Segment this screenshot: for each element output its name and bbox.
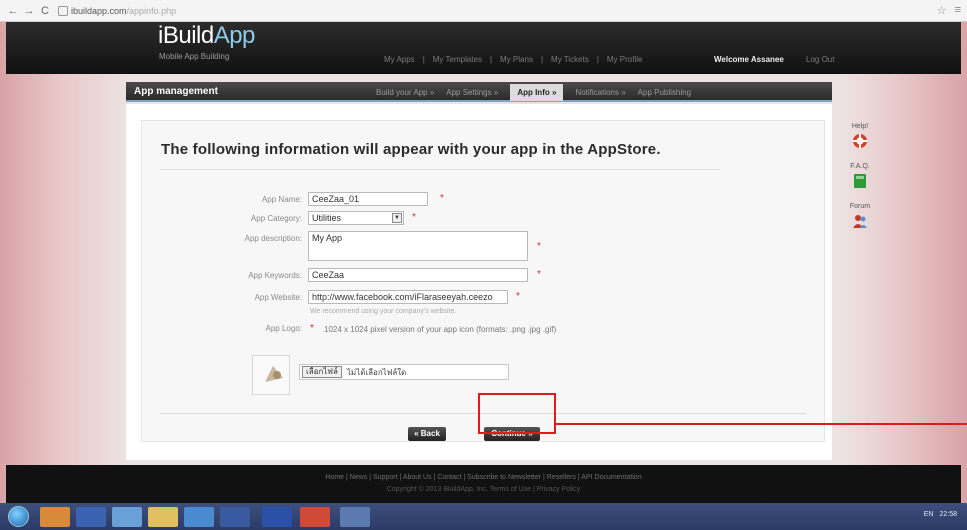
taskbar-app-icon[interactable]	[40, 507, 70, 527]
lifebuoy-icon[interactable]	[852, 133, 868, 149]
app-logo-label: App Logo:	[265, 324, 302, 333]
heading-divider	[160, 169, 720, 170]
logout-link[interactable]: Log Out	[806, 55, 834, 64]
taskbar-app-icon[interactable]	[76, 507, 106, 527]
back-button[interactable]: « Back	[408, 427, 446, 441]
step-app-publishing[interactable]: App Publishing	[638, 88, 691, 97]
language-indicator[interactable]: EN	[924, 511, 934, 518]
help-label: Help!	[851, 123, 869, 130]
logo-text: iBuild	[158, 22, 214, 49]
url-path: /appinfo.php	[126, 5, 177, 16]
app-website-label: App Website:	[254, 293, 302, 302]
nav-my-apps[interactable]: My Apps	[384, 55, 415, 64]
footer-links[interactable]: Home | News | Support | About Us | Conta…	[6, 474, 961, 481]
nav-my-templates[interactable]: My Templates	[433, 55, 482, 64]
forward-arrow-icon[interactable]: →	[22, 4, 36, 18]
taskbar-chrome-icon[interactable]	[300, 507, 330, 527]
app-name-input[interactable]: CeeZaa_01	[308, 192, 428, 206]
bookmark-star-icon[interactable]: ☆	[937, 4, 947, 17]
nav-separator: |	[422, 55, 425, 64]
annotation-pointer-line	[556, 423, 967, 425]
nav-separator: |	[596, 55, 599, 64]
taskbar-app-icon[interactable]	[220, 507, 250, 527]
app-keywords-label: App Keywords:	[248, 271, 302, 280]
required-marker: *	[537, 241, 541, 252]
site-logo[interactable]: iBuildApp	[158, 22, 255, 50]
annotation-highlight-box	[478, 393, 556, 434]
step-app-info[interactable]: App Info »	[510, 83, 564, 101]
app-keywords-input[interactable]: CeeZaa	[308, 268, 528, 282]
step-build-your-app[interactable]: Build your App »	[376, 88, 434, 97]
taskbar-app-icon[interactable]	[262, 507, 292, 527]
taskbar-app-icon[interactable]	[112, 507, 142, 527]
clock[interactable]: 22:58	[939, 511, 957, 518]
wizard-steps: Build your App » App Settings » App Info…	[376, 82, 703, 102]
welcome-text: Welcome Assanee	[714, 55, 784, 64]
logo-preview	[252, 355, 290, 395]
app-name-label: App Name:	[261, 195, 302, 204]
app-management-bar: App management Build your App » App Sett…	[126, 82, 832, 102]
nav-my-plans[interactable]: My Plans	[500, 55, 533, 64]
site-header: iBuildApp Mobile App Building My Apps | …	[6, 22, 961, 74]
forum-label: Forum	[849, 203, 871, 210]
start-button[interactable]	[8, 506, 29, 527]
app-description-label: App description:	[244, 234, 302, 243]
required-marker: *	[440, 193, 444, 204]
website-hint: We recommend using your company's websit…	[310, 308, 457, 315]
people-icon[interactable]	[852, 213, 868, 229]
faq-label: F.A.Q.	[850, 163, 870, 170]
url-host: ibuildapp.com	[71, 5, 127, 16]
file-upload-field[interactable]: เลือกไฟล์ ไม่ได้เลือกไฟล์ใด	[299, 364, 509, 380]
book-icon[interactable]	[852, 173, 868, 189]
taskbar-app-icon[interactable]	[148, 507, 178, 527]
logo-hint: 1024 x 1024 pixel version of your app ic…	[324, 325, 557, 334]
app-category-label: App Category:	[250, 214, 302, 223]
app-website-input[interactable]: http://www.facebook.com/iFlaraseeyah.cee…	[308, 290, 508, 304]
back-arrow-icon[interactable]: ←	[6, 4, 20, 18]
required-marker: *	[537, 269, 541, 280]
browser-menu-icon[interactable]: ≡	[955, 4, 961, 17]
nav-separator: |	[540, 55, 544, 64]
nav-my-profile[interactable]: My Profile	[607, 55, 643, 64]
os-taskbar: EN 22:58	[0, 503, 967, 530]
choose-file-button[interactable]: เลือกไฟล์	[302, 366, 342, 378]
taskbar-app-icon[interactable]	[340, 507, 370, 527]
category-selected-value: Utilities	[312, 213, 342, 223]
footer-copyright: Copyright © 2013 iBuildApp, Inc. Terms o…	[386, 486, 581, 493]
step-notifications[interactable]: Notifications »	[575, 88, 625, 97]
app-category-select[interactable]: Utilities ▼	[308, 211, 404, 225]
nav-my-tickets[interactable]: My Tickets	[551, 55, 589, 64]
page-icon	[58, 5, 68, 16]
address-bar[interactable]: ibuildapp.com /appinfo.php	[58, 5, 177, 16]
nav-separator: |	[489, 55, 493, 64]
reload-icon[interactable]: C	[38, 4, 52, 18]
required-marker: *	[310, 323, 314, 334]
top-nav: My Apps | My Templates | My Plans | My T…	[384, 55, 642, 64]
required-marker: *	[412, 212, 416, 223]
browser-toolbar: ← → C ibuildapp.com /appinfo.php ☆ ≡	[0, 0, 967, 22]
side-help-panel: Help! F.A.Q. Forum	[845, 123, 875, 243]
app-description-textarea[interactable]: My App	[308, 231, 528, 261]
step-app-settings[interactable]: App Settings »	[446, 88, 498, 97]
file-name-text: ไม่ได้เลือกไฟล์ใด	[346, 367, 407, 377]
chevron-down-icon: ▼	[392, 213, 402, 223]
app-management-title: App management	[134, 86, 218, 97]
system-tray: EN 22:58	[924, 511, 957, 518]
logo-accent-text: App	[213, 22, 256, 49]
image-placeholder-icon	[253, 356, 289, 394]
required-marker: *	[516, 291, 520, 302]
site-footer: Home | News | Support | About Us | Conta…	[6, 465, 961, 503]
taskbar-app-icon[interactable]	[184, 507, 214, 527]
logo-subtitle: Mobile App Building	[159, 52, 230, 61]
page-title: The following information will appear wi…	[161, 141, 661, 158]
